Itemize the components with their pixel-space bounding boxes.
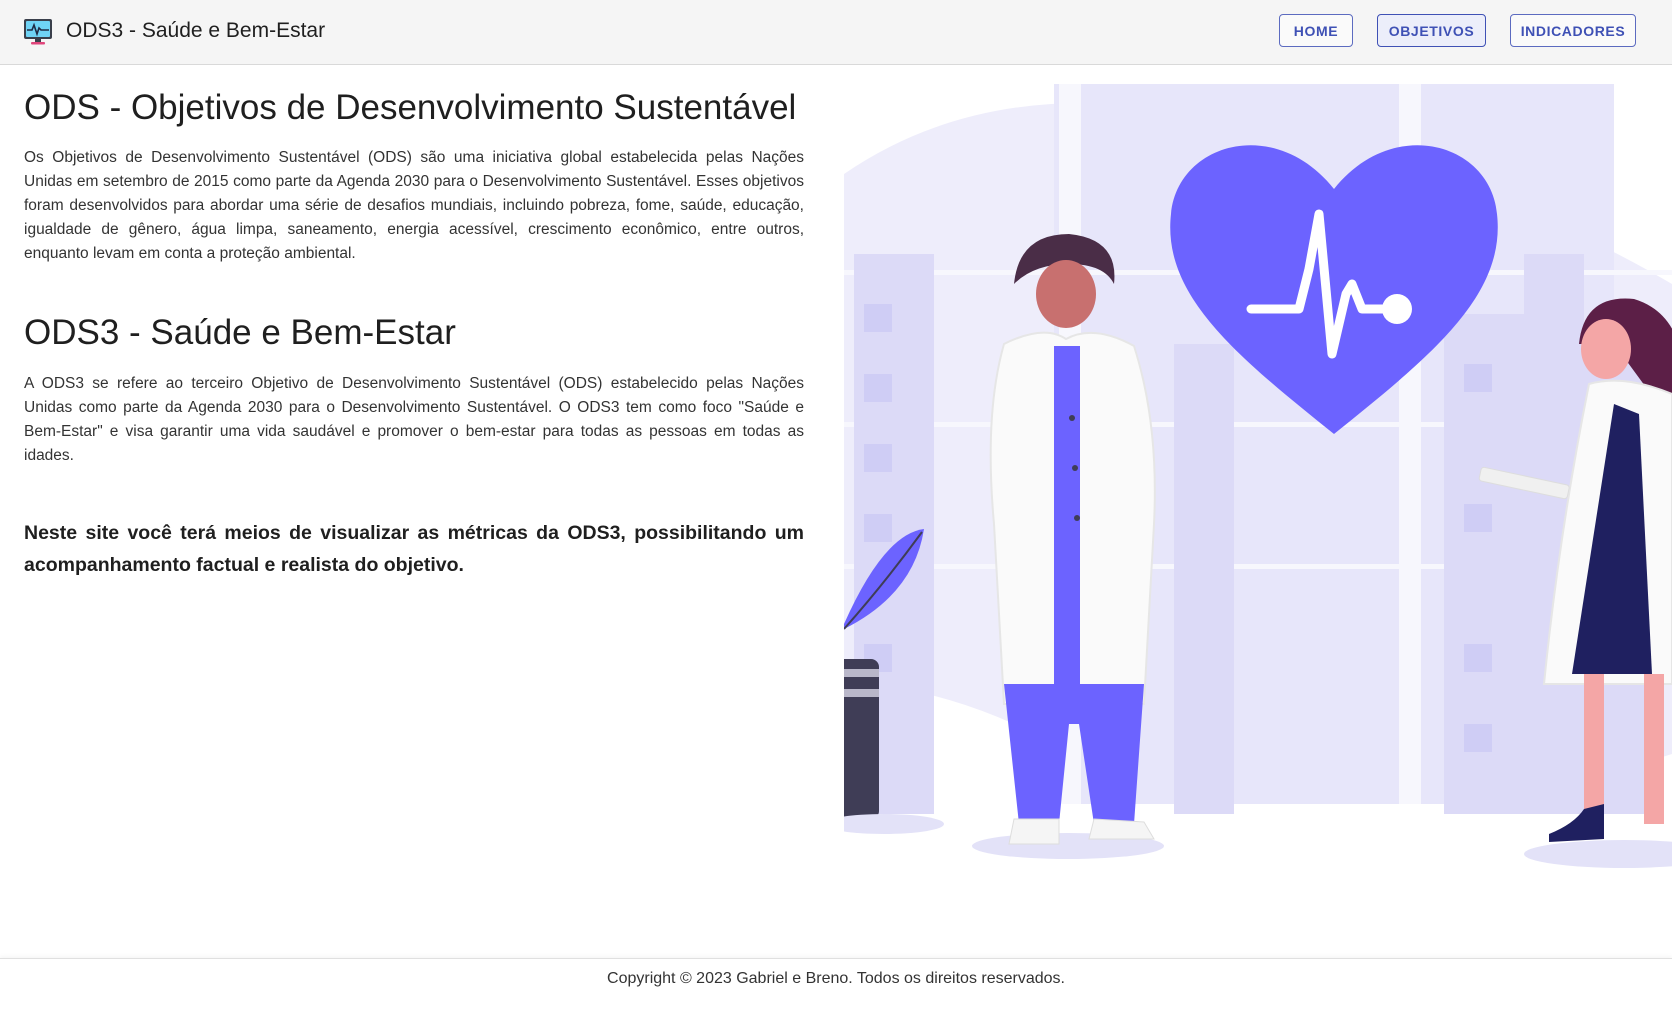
site-title[interactable]: ODS3 - Saúde e Bem-Estar bbox=[66, 19, 325, 43]
pot-stripe bbox=[844, 689, 879, 697]
heartbeat-dot bbox=[1382, 294, 1412, 324]
doctor-head-shape bbox=[1036, 260, 1096, 328]
coat-button bbox=[1074, 515, 1080, 521]
ods3-heading: ODS3 - Saúde e Bem-Estar bbox=[24, 313, 456, 352]
page-footer: Copyright © 2023 Gabriel e Breno. Todos … bbox=[0, 958, 1672, 1014]
page-title: ODS - Objetivos de Desenvolvimento Suste… bbox=[24, 88, 797, 127]
site-purpose-lead: Neste site você terá meios de visualizar… bbox=[24, 522, 804, 576]
monitor-heartbeat-icon bbox=[24, 19, 52, 45]
ods-intro-paragraph: Os Objetivos de Desenvolvimento Sustentá… bbox=[24, 149, 804, 262]
doctor-shoe-shape bbox=[1008, 818, 1060, 845]
nurse-head-shape bbox=[1581, 319, 1631, 379]
doctor-scrubs-shape bbox=[1054, 346, 1080, 706]
plant-pot-shape bbox=[844, 659, 879, 819]
coat-button bbox=[1072, 465, 1078, 471]
coat-button bbox=[1069, 415, 1075, 421]
nav-indicadores-button[interactable]: INDICADORES bbox=[1510, 14, 1636, 47]
floor-shadow bbox=[844, 814, 944, 834]
pot-stripe bbox=[844, 669, 879, 677]
top-navbar: ODS3 - Saúde e Bem-Estar HOME OBJETIVOS … bbox=[0, 0, 1672, 65]
nurse-leg-shape bbox=[1644, 674, 1664, 824]
nurse-leg-shape bbox=[1584, 674, 1604, 814]
nav-home-button[interactable]: HOME bbox=[1279, 14, 1353, 47]
ods3-paragraph: A ODS3 se refere ao terceiro Objetivo de… bbox=[24, 375, 804, 464]
doctors-illustration bbox=[844, 84, 1672, 868]
copyright-text: Copyright © 2023 Gabriel e Breno. Todos … bbox=[607, 970, 1065, 987]
nav-objetivos-button[interactable]: OBJETIVOS bbox=[1377, 14, 1486, 47]
floor-shadow bbox=[1524, 840, 1672, 868]
doctor-shoe-shape bbox=[1088, 818, 1155, 840]
